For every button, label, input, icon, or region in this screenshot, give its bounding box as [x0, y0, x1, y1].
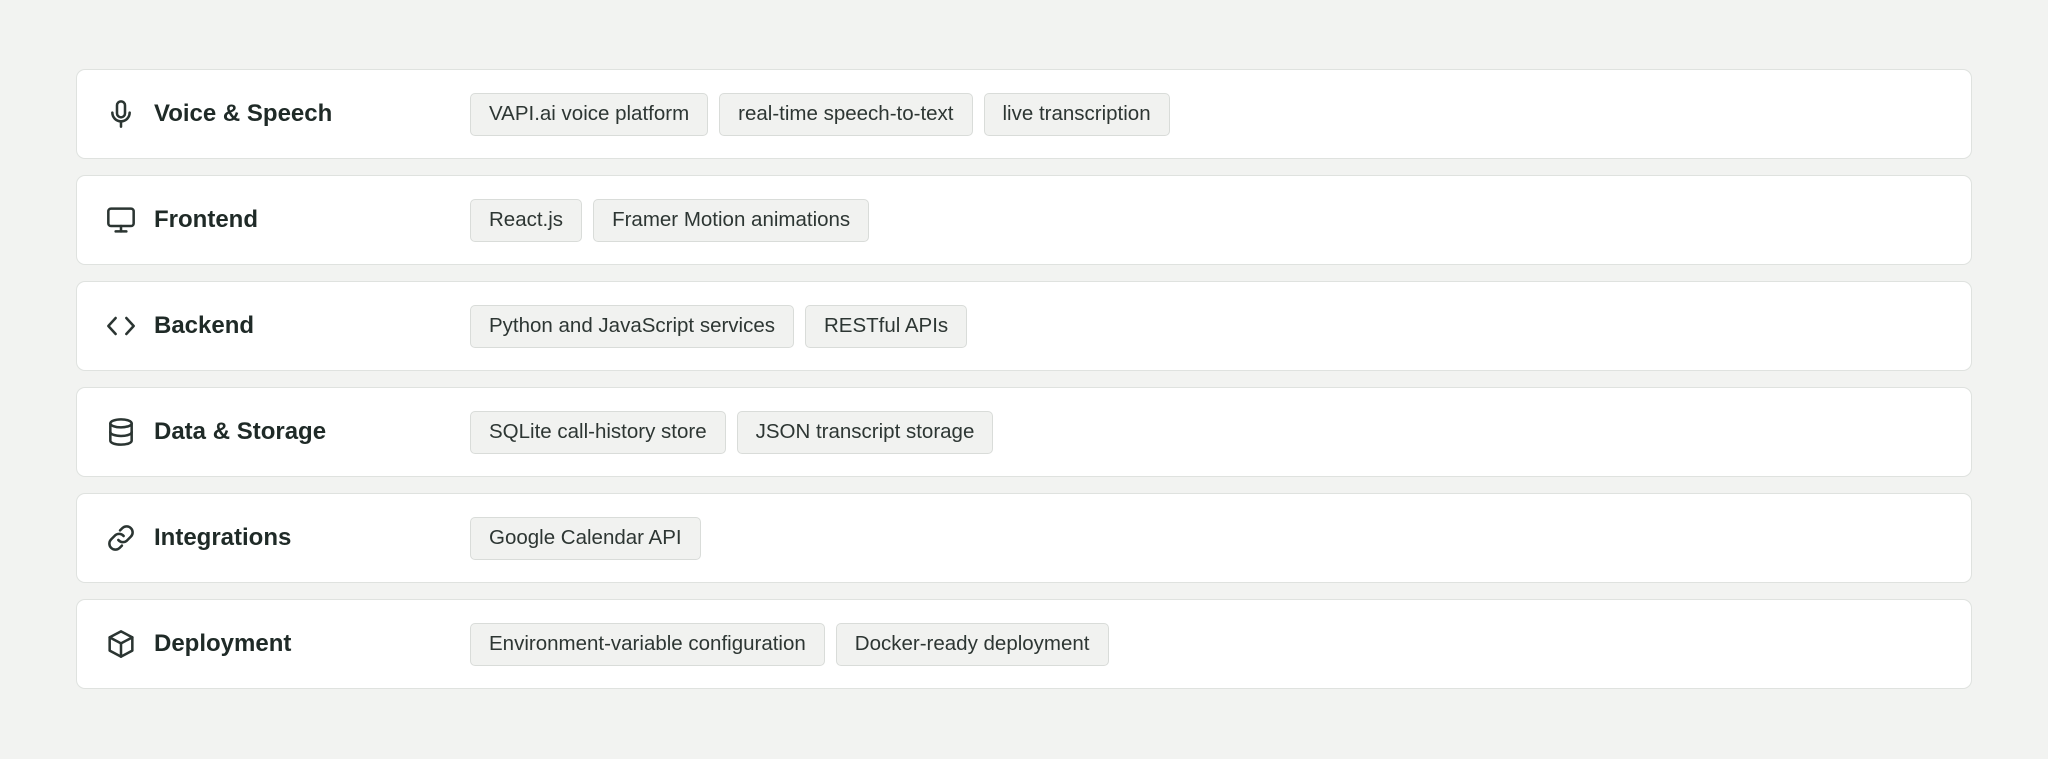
category-title: Voice & Speech	[154, 100, 333, 127]
tag-chip: Framer Motion animations	[593, 198, 870, 242]
category-title: Integrations	[154, 524, 292, 551]
tag-chip: Environment-variable configuration	[470, 622, 825, 666]
category-title: Deployment	[154, 630, 292, 657]
tag-chip: real-time speech-to-text	[719, 92, 973, 136]
category-data-storage: Data & Storage SQLite call-history store…	[76, 387, 1972, 477]
tag-chip: Google Calendar API	[470, 516, 701, 560]
monitor-icon	[105, 204, 137, 236]
code-icon	[105, 310, 137, 342]
tag-list: React.js Framer Motion animations	[470, 198, 870, 242]
tag-list: Google Calendar API	[470, 516, 701, 560]
category-voice-speech: Voice & Speech VAPI.ai voice platform re…	[76, 69, 1972, 159]
tag-chip: RESTful APIs	[805, 304, 968, 348]
category-title: Data & Storage	[154, 418, 327, 445]
link-icon	[105, 522, 137, 554]
category-title: Frontend	[154, 206, 258, 233]
category-title: Backend	[154, 312, 255, 339]
tag-chip: SQLite call-history store	[470, 410, 726, 454]
category-frontend: Frontend React.js Framer Motion animatio…	[76, 175, 1972, 265]
tag-list: VAPI.ai voice platform real-time speech-…	[470, 92, 1170, 136]
tag-list: Environment-variable configuration Docke…	[470, 622, 1109, 666]
tag-list: Python and JavaScript services RESTful A…	[470, 304, 968, 348]
category-integrations: Integrations Google Calendar API	[76, 493, 1972, 583]
category-backend: Backend Python and JavaScript services R…	[76, 281, 1972, 371]
tag-chip: JSON transcript storage	[736, 410, 994, 454]
tag-list: SQLite call-history store JSON transcrip…	[470, 410, 994, 454]
tag-chip: Docker-ready deployment	[835, 622, 1109, 666]
tag-chip: Python and JavaScript services	[470, 304, 794, 348]
category-deployment: Deployment Environment-variable configur…	[76, 599, 1972, 689]
database-icon	[105, 416, 137, 448]
microphone-icon	[105, 98, 137, 130]
package-icon	[105, 628, 137, 660]
tag-chip: live transcription	[983, 92, 1170, 136]
tech-stack-list: Voice & Speech VAPI.ai voice platform re…	[76, 69, 1972, 705]
tag-chip: VAPI.ai voice platform	[470, 92, 709, 136]
tag-chip: React.js	[470, 198, 583, 242]
